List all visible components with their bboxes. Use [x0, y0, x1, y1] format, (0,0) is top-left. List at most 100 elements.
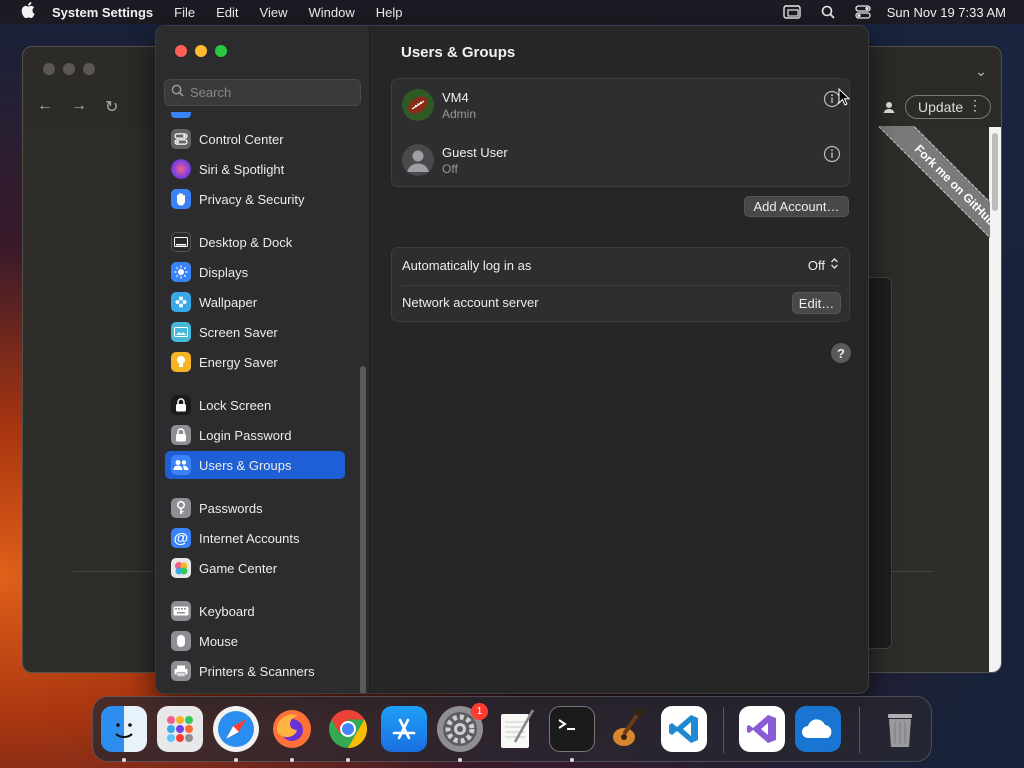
onedrive-icon[interactable]	[795, 706, 841, 752]
trash-icon[interactable]	[877, 706, 923, 752]
spotlight-search-icon[interactable]	[821, 5, 835, 19]
sidebar-item-label: Wallpaper	[199, 294, 258, 310]
reload-icon[interactable]: ↻	[105, 97, 118, 117]
keyboard-icon	[171, 601, 191, 621]
notification-badge: 1	[471, 703, 488, 720]
browser-scrollbar[interactable]	[989, 127, 1001, 672]
sidebar-scrollbar[interactable]	[360, 366, 366, 693]
game-center-icon	[171, 558, 191, 578]
sidebar-item-energy-saver[interactable]: Energy Saver	[165, 348, 345, 376]
auto-login-value: Off	[807, 257, 825, 273]
running-indicator	[458, 758, 462, 762]
running-indicator	[290, 758, 294, 762]
github-ribbon[interactable]: Fork me on GitHub	[870, 126, 990, 266]
search-input[interactable]	[190, 85, 350, 100]
running-indicator	[346, 758, 350, 762]
launchpad-icon[interactable]	[157, 706, 203, 752]
siri-icon	[171, 159, 191, 179]
sidebar-item-screen-saver[interactable]: Screen Saver	[165, 318, 345, 346]
menu-app-name[interactable]: System Settings	[52, 5, 153, 20]
github-ribbon-text[interactable]: Fork me on GitHub	[878, 126, 990, 262]
sidebar-item-label: Mouse	[199, 633, 239, 649]
sidebar-item-label: Displays	[199, 264, 249, 280]
menu-help[interactable]: Help	[376, 5, 403, 20]
terminal-icon[interactable]	[549, 706, 595, 752]
sidebar-item-users-groups[interactable]: Users & Groups	[165, 451, 345, 479]
safari-icon[interactable]	[213, 706, 259, 752]
sidebar-item-label: Desktop & Dock	[199, 234, 293, 250]
sidebar-item-keyboard[interactable]: Keyboard	[165, 597, 345, 625]
menu-window[interactable]: Window	[308, 5, 354, 20]
search-field[interactable]	[164, 79, 361, 106]
running-indicator	[570, 758, 574, 762]
sidebar-item-displays[interactable]: Displays	[165, 258, 345, 286]
textedit-icon[interactable]	[493, 706, 539, 752]
user-row-guest[interactable]: Guest User Off	[392, 134, 851, 188]
update-label: Update	[918, 99, 964, 115]
control-center-icon	[171, 129, 191, 149]
sidebar-item-privacy-security[interactable]: Privacy & Security	[165, 185, 345, 213]
menu-file[interactable]: File	[174, 5, 195, 20]
edit-button[interactable]: Edit…	[792, 292, 841, 314]
scrollbar-thumb[interactable]	[992, 133, 998, 211]
running-indicator	[234, 758, 238, 762]
screen-saver-icon	[171, 322, 191, 342]
vscode-icon[interactable]	[661, 706, 707, 752]
auto-login-row: Automatically log in as Off	[392, 248, 851, 285]
chevron-down-icon[interactable]: ⌄	[975, 63, 987, 80]
sidebar-item-internet-accounts[interactable]: @ Internet Accounts	[165, 524, 345, 552]
auto-login-label: Automatically log in as	[402, 258, 532, 273]
menu-view[interactable]: View	[260, 5, 288, 20]
help-button[interactable]: ?	[831, 343, 851, 363]
sidebar-item-login-password[interactable]: Login Password	[165, 421, 345, 449]
users-groups-pane: Users & Groups VM4 Admin Guest User Off	[371, 26, 868, 693]
back-arrow-icon[interactable]: ←	[37, 97, 53, 117]
menu-edit[interactable]: Edit	[216, 5, 238, 20]
firefox-icon[interactable]	[269, 706, 315, 752]
network-server-row: Network account server Edit…	[392, 285, 851, 322]
close-button[interactable]	[175, 45, 187, 57]
sidebar-item-siri-spotlight[interactable]: Siri & Spotlight	[165, 155, 345, 183]
add-account-button[interactable]: Add Account…	[744, 196, 849, 217]
sidebar-item-label: Game Center	[199, 560, 278, 576]
sidebar-item-printers-scanners[interactable]: Printers & Scanners	[165, 657, 345, 685]
browser-update-button[interactable]: Update ⋮	[905, 95, 991, 119]
sidebar-item-lock-screen[interactable]: Lock Screen	[165, 391, 345, 419]
forward-arrow-icon[interactable]: →	[71, 97, 87, 117]
app-store-icon[interactable]	[381, 706, 427, 752]
zoom-button[interactable]	[215, 45, 227, 57]
user-row-vm4[interactable]: VM4 Admin	[392, 79, 851, 133]
avatar	[402, 144, 434, 176]
visual-studio-icon[interactable]	[739, 706, 785, 752]
chrome-icon[interactable]	[325, 706, 371, 752]
menu-clock[interactable]: Sun Nov 19 7:33 AM	[887, 5, 1006, 20]
profile-icon[interactable]	[881, 99, 897, 120]
sidebar-item-control-center[interactable]: Control Center	[165, 125, 345, 153]
key-icon	[171, 498, 191, 518]
sidebar-item-passwords[interactable]: Passwords	[165, 494, 345, 522]
sidebar-item-desktop-dock[interactable]: Desktop & Dock	[165, 228, 345, 256]
kebab-menu-icon[interactable]: ⋮	[968, 97, 982, 114]
sidebar-item-label: Control Center	[199, 131, 284, 147]
garageband-icon[interactable]	[605, 706, 651, 752]
menu-bar: System Settings File Edit View Window He…	[0, 0, 1024, 24]
search-icon	[171, 84, 184, 102]
control-center-icon[interactable]	[855, 5, 871, 19]
page-title: Users & Groups	[401, 44, 516, 61]
settings-sidebar: Control Center Siri & Spotlight Privacy …	[156, 26, 370, 693]
browser-nav: ← → ↻	[37, 97, 118, 117]
apple-menu-icon[interactable]	[18, 2, 38, 22]
users-list: VM4 Admin Guest User Off	[391, 78, 850, 187]
auto-login-popup[interactable]: Off	[808, 257, 839, 273]
minimize-button[interactable]	[195, 45, 207, 57]
wallpaper-icon	[171, 292, 191, 312]
at-icon: @	[171, 528, 191, 548]
sidebar-item-game-center[interactable]: Game Center	[165, 554, 345, 582]
screen-mirroring-icon[interactable]	[783, 5, 801, 19]
sidebar-item-mouse[interactable]: Mouse	[165, 627, 345, 655]
sidebar-item-wallpaper[interactable]: Wallpaper	[165, 288, 345, 316]
browser-window-controls	[43, 63, 95, 75]
sidebar-item-label: Login Password	[199, 427, 292, 443]
info-icon[interactable]	[823, 145, 841, 168]
finder-icon[interactable]	[101, 706, 147, 752]
